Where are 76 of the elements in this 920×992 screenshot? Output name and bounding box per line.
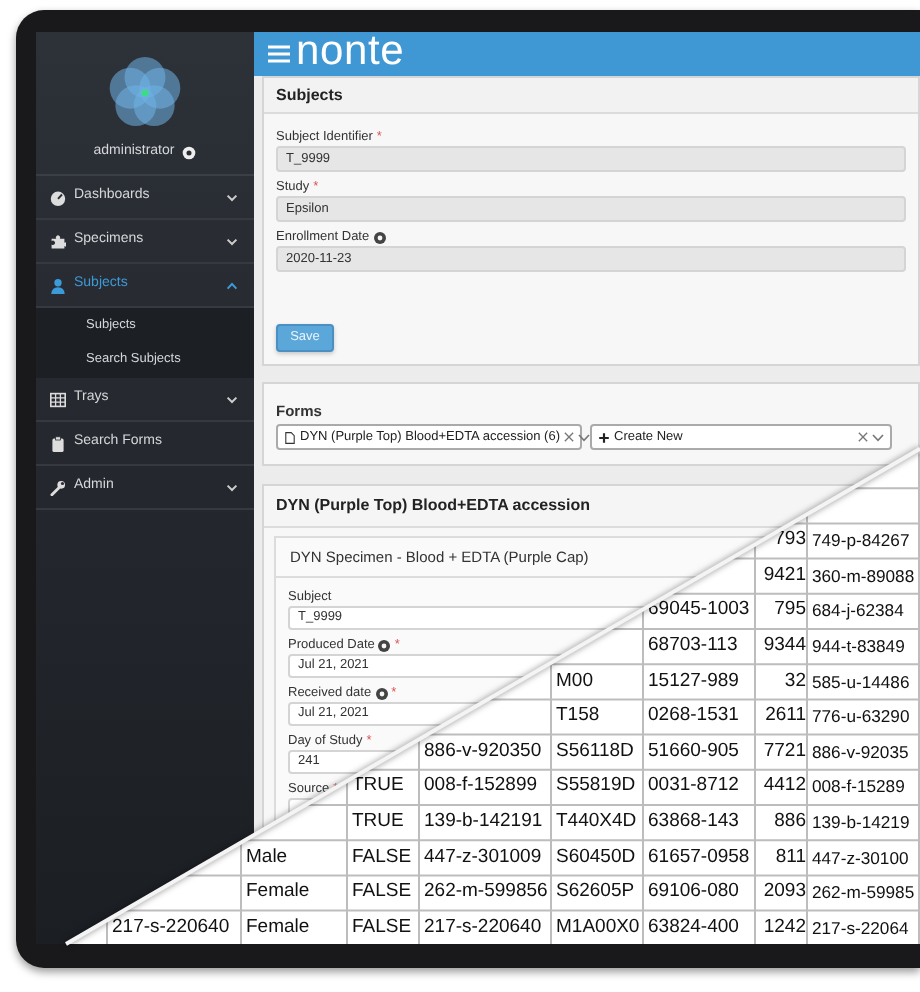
wrench-icon xyxy=(50,479,66,495)
caret-icon xyxy=(872,433,884,442)
table-cell-text: FALSE xyxy=(350,878,414,907)
chevron-up-icon xyxy=(226,281,238,289)
chevron-down-icon xyxy=(226,395,238,403)
clear-icon xyxy=(564,432,574,443)
table-cell-text: 9344 xyxy=(761,631,808,660)
table-cell-text: 63824-400 xyxy=(646,913,741,942)
table-cell-text: 793 xyxy=(772,526,808,555)
table-cell-text: 32 xyxy=(782,667,808,696)
table-cell-text: 7721 xyxy=(761,737,808,766)
table-cell-text: T440X4D xyxy=(554,807,639,836)
table-cell-text: 9421 xyxy=(761,561,808,590)
table-cell-text: 0031-8712 xyxy=(646,772,741,801)
table-cell-text: 69106-080 xyxy=(646,878,741,907)
table-cell-text: 749-p-84267 xyxy=(810,528,912,555)
table-cell-text: S56118D xyxy=(554,737,636,766)
panel-title: Subjects xyxy=(264,78,918,114)
table-cell-text: 61657-0958 xyxy=(646,843,752,872)
caret-icon xyxy=(578,433,590,442)
table-cell-text: 886-v-92035 xyxy=(810,739,911,766)
user-icon xyxy=(50,277,66,293)
clear-icon xyxy=(858,432,868,443)
chevron-down-icon xyxy=(226,237,238,245)
table-cell-text: 1242 xyxy=(761,913,808,942)
table-cell-text: 008-f-152899 xyxy=(422,772,540,801)
table-cell-text: 4412 xyxy=(761,772,808,801)
table-cell-text: 886-v-920350 xyxy=(422,737,544,766)
chevron-down-icon xyxy=(226,483,238,491)
table-cell-text: 217-s-220640 xyxy=(110,913,232,942)
puzzle-icon xyxy=(50,233,66,249)
table-cell-text: 886 xyxy=(772,807,808,836)
gauge-icon xyxy=(50,189,66,205)
settings-icon xyxy=(182,146,197,160)
table-cell-text: S62605P xyxy=(554,878,637,907)
table-cell-text: 811 xyxy=(773,843,808,872)
table-cell-text: Female xyxy=(244,878,312,907)
table-cell-text: 15127-989 xyxy=(646,667,741,696)
table-cell-text: 217-s-220640 xyxy=(422,913,544,942)
table-cell-text: 262-m-599856 xyxy=(422,878,550,907)
table-cell-text: S55819D xyxy=(554,772,638,801)
table-cell-text: 776-u-63290 xyxy=(810,704,912,731)
table-cell-text: 262-m-59985 xyxy=(810,880,917,907)
table-cell-text: 585-u-14486 xyxy=(810,669,912,696)
table-cell-text: Male xyxy=(244,843,290,872)
table-cell-text: 217-s-22064 xyxy=(810,915,911,942)
grid-icon xyxy=(50,391,66,407)
table-cell-text: 2093 xyxy=(761,878,808,907)
menu-icon xyxy=(268,44,290,64)
logo-icon xyxy=(106,54,184,132)
table-cell-text: TRUE xyxy=(350,807,406,836)
table-cell-text: FALSE xyxy=(350,843,414,872)
table-cell-text: 51660-905 xyxy=(646,737,741,766)
table-cell-text: M00 xyxy=(554,667,595,696)
table-cell-text: FALSE xyxy=(350,913,414,942)
plus-icon xyxy=(598,431,610,444)
table-cell-text: 68703-113 xyxy=(646,631,740,660)
file-icon xyxy=(284,431,296,444)
table-cell-text: 2611 xyxy=(763,702,808,731)
table-cell-text: 447-z-301009 xyxy=(422,843,544,872)
table-cell-text: 944-t-83849 xyxy=(810,633,907,660)
table-cell-text: S60450D xyxy=(554,843,638,872)
table-cell-text: Female xyxy=(244,913,312,942)
table-cell-text: 63868-143 xyxy=(646,807,741,836)
clipboard-icon xyxy=(50,435,66,451)
brand-name: nonte xyxy=(296,32,405,74)
table-cell-text: 139-b-14219 xyxy=(810,809,912,836)
table-cell-text: 447-z-30100 xyxy=(810,845,911,872)
table-cell-text: 0268-1531 xyxy=(646,702,741,731)
chevron-down-icon xyxy=(226,193,238,201)
table-cell-text: 139-b-142191 xyxy=(422,807,545,836)
table-cell-text: T158 xyxy=(554,702,602,731)
table-cell-text: 360-m-89088 xyxy=(810,563,917,590)
table-cell-text: 008-f-15289 xyxy=(810,774,907,801)
table-cell-text: TRUE xyxy=(350,772,406,801)
table-cell-text: M1A00X0 xyxy=(554,913,642,942)
